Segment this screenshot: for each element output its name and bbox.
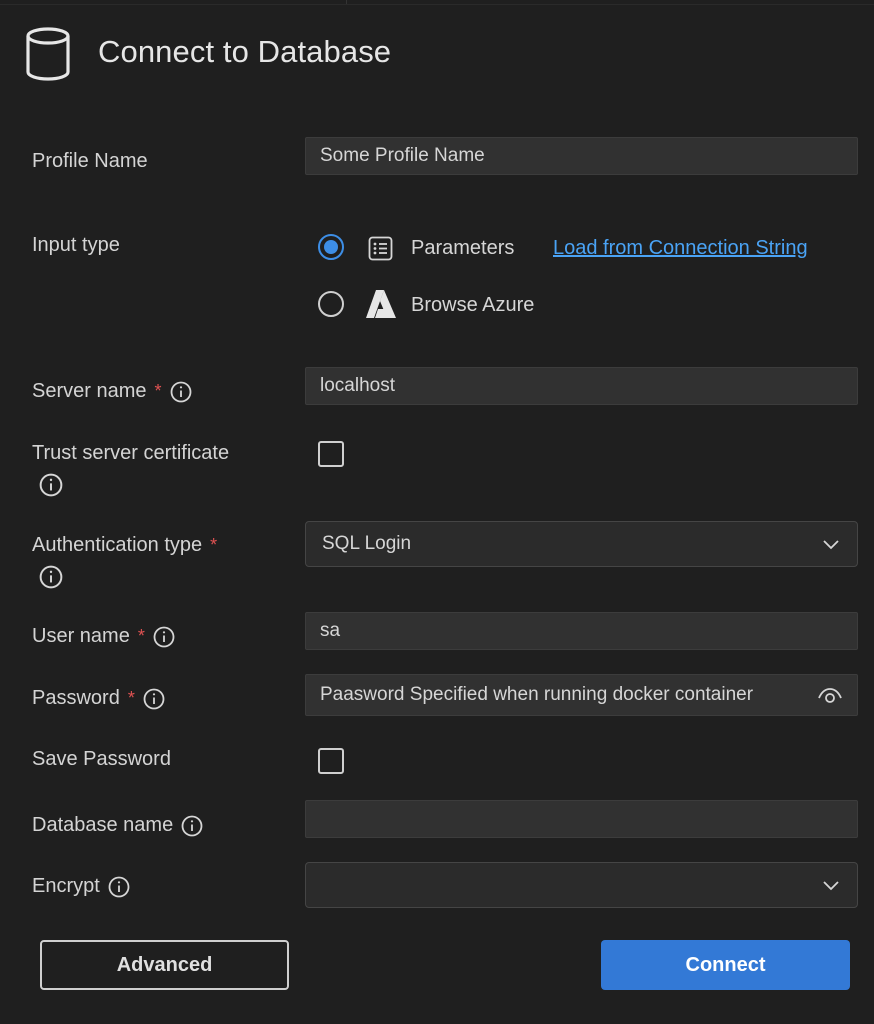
chevron-down-icon xyxy=(823,881,839,891)
list-form-icon xyxy=(368,236,393,261)
profile-name-label: Profile Name xyxy=(32,150,148,173)
server-name-label-text: Server name xyxy=(32,380,147,402)
server-name-input[interactable]: localhost xyxy=(305,367,858,405)
encrypt-label: Encrypt xyxy=(32,875,130,898)
info-icon[interactable] xyxy=(39,565,63,589)
profile-name-input[interactable]: Some Profile Name xyxy=(305,137,858,175)
authentication-type-select[interactable]: SQL Login xyxy=(305,521,858,567)
server-name-label: Server name * xyxy=(32,380,192,403)
parameters-radio-label[interactable]: Parameters xyxy=(411,237,514,260)
server-name-value: localhost xyxy=(320,375,395,396)
required-marker: * xyxy=(210,535,218,555)
info-icon[interactable] xyxy=(39,473,63,497)
info-icon[interactable] xyxy=(181,815,203,837)
trust-server-certificate-label: Trust server certificate xyxy=(32,442,229,465)
required-marker: * xyxy=(127,688,135,708)
info-icon[interactable] xyxy=(170,381,192,403)
user-name-label: User name * xyxy=(32,625,175,648)
browse-azure-radio[interactable] xyxy=(318,291,344,317)
save-password-checkbox[interactable] xyxy=(318,748,344,774)
password-label: Password * xyxy=(32,687,165,710)
password-label-text: Password xyxy=(32,687,120,709)
database-name-label-text: Database name xyxy=(32,814,174,836)
required-marker: * xyxy=(154,381,162,401)
info-icon[interactable] xyxy=(153,626,175,648)
eye-icon[interactable] xyxy=(817,684,843,706)
encrypt-select[interactable] xyxy=(305,862,858,908)
database-name-input[interactable] xyxy=(305,800,858,838)
top-divider xyxy=(0,0,874,5)
encrypt-label-text: Encrypt xyxy=(32,875,100,897)
user-name-value: sa xyxy=(320,620,341,641)
trust-server-certificate-label-text: Trust server certificate xyxy=(32,442,230,464)
info-icon[interactable] xyxy=(143,688,165,710)
password-input[interactable]: Paasword Specified when running docker c… xyxy=(305,674,858,716)
input-type-label-text: Input type xyxy=(32,234,120,256)
profile-name-value: Some Profile Name xyxy=(320,145,485,166)
user-name-label-text: User name xyxy=(32,625,130,647)
info-icon[interactable] xyxy=(108,876,130,898)
save-password-label-text: Save Password xyxy=(32,748,171,770)
authentication-type-label-text: Authentication type xyxy=(32,534,203,556)
advanced-button[interactable]: Advanced xyxy=(40,940,289,990)
connect-dialog: Connect to Database Profile Name Some Pr… xyxy=(0,0,874,1024)
parameters-radio[interactable] xyxy=(318,234,344,260)
chevron-down-icon xyxy=(823,540,839,550)
user-name-input[interactable]: sa xyxy=(305,612,858,650)
password-value: Paasword Specified when running docker c… xyxy=(320,684,754,705)
save-password-label: Save Password xyxy=(32,748,171,771)
profile-name-label-text: Profile Name xyxy=(32,150,148,172)
browse-azure-radio-label[interactable]: Browse Azure xyxy=(411,294,534,317)
connect-button[interactable]: Connect xyxy=(601,940,850,990)
required-marker: * xyxy=(137,626,145,646)
input-type-label: Input type xyxy=(32,234,120,257)
authentication-type-label: Authentication type * xyxy=(32,534,217,557)
azure-logo-icon xyxy=(366,290,396,318)
page-title: Connect to Database xyxy=(98,34,392,69)
authentication-type-value: SQL Login xyxy=(322,533,412,554)
database-icon xyxy=(26,27,70,81)
database-name-label: Database name xyxy=(32,814,203,837)
load-from-connection-string-link[interactable]: Load from Connection String xyxy=(553,237,808,260)
trust-server-certificate-checkbox[interactable] xyxy=(318,441,344,467)
